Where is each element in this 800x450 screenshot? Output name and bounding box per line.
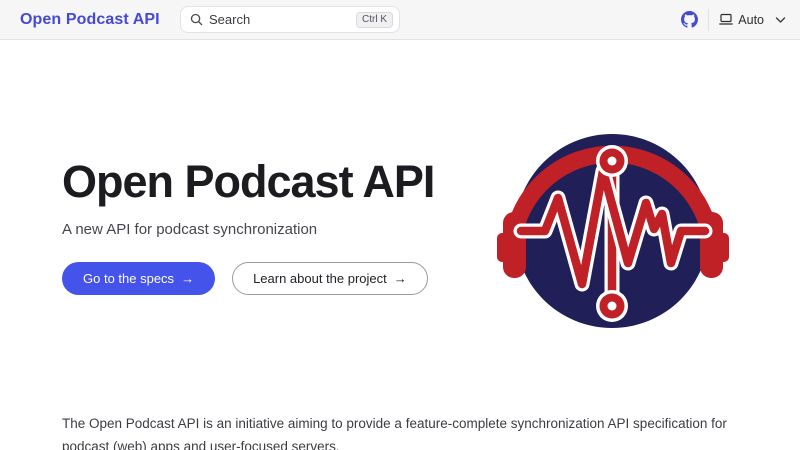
nav-divider — [708, 9, 709, 31]
search-input[interactable]: Search Ctrl K — [180, 6, 400, 33]
monitor-icon — [719, 13, 733, 26]
nav-right-group: Auto — [681, 9, 786, 31]
go-to-specs-button[interactable]: Go to the specs → — [62, 262, 215, 295]
project-description: The Open Podcast API is an initiative ai… — [62, 412, 752, 450]
arrow-right-icon: → — [181, 271, 194, 286]
theme-label: Auto — [738, 13, 764, 27]
github-icon[interactable] — [681, 11, 698, 28]
learn-about-project-button[interactable]: Learn about the project → — [232, 262, 428, 295]
theme-switcher[interactable]: Auto — [719, 13, 786, 27]
site-title[interactable]: Open Podcast API — [20, 11, 160, 29]
arrow-right-icon: → — [394, 271, 407, 286]
top-nav: Open Podcast API Search Ctrl K Auto — [0, 0, 800, 40]
search-placeholder: Search — [209, 12, 356, 27]
podcast-logo — [497, 112, 729, 344]
go-to-specs-label: Go to the specs — [83, 271, 174, 286]
learn-about-project-label: Learn about the project — [253, 271, 387, 286]
chevron-down-icon — [775, 16, 786, 24]
hero-actions: Go to the specs → Learn about the projec… — [62, 262, 428, 295]
page-title: Open Podcast API — [62, 156, 434, 208]
search-shortcut-badge: Ctrl K — [356, 12, 393, 28]
hero-tagline: A new API for podcast synchronization — [62, 221, 317, 238]
search-icon — [190, 13, 203, 26]
